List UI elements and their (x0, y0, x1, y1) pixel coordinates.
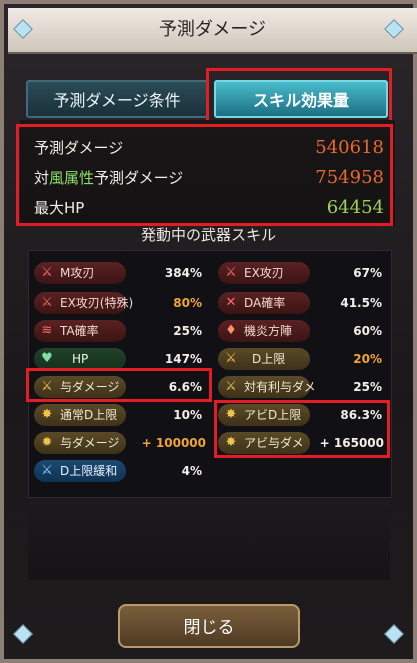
skill-chip-damage-cap: ⚔ D上限 (218, 348, 310, 370)
highlight-box (206, 68, 392, 124)
window-title: 予測ダメージ (8, 8, 417, 54)
highlight-box (26, 368, 212, 402)
skill-value: 25% (353, 380, 382, 394)
burst-icon: ✸ (41, 407, 53, 422)
close-button[interactable]: 閉じる (118, 604, 300, 648)
skill-name: D上限 (252, 352, 286, 366)
skill-value: 4% (181, 464, 202, 478)
skill-chip-da-rate: ✕ DA確率 (218, 292, 310, 314)
double-slash-icon: ✕ (225, 295, 237, 310)
corner-gem-icon (384, 624, 404, 644)
skill-name: D上限緩和 (60, 464, 118, 478)
skill-value: 384% (164, 266, 202, 280)
sword-icon: ⚔ (41, 295, 53, 310)
skill-chip-advantage-damage: ⚔ 対有利与ダメ (218, 376, 316, 398)
skill-value: 80% (173, 296, 202, 310)
skill-chip-flat-damage: ✹ 与ダメージ (34, 432, 126, 454)
skill-name: 与ダメージ (60, 436, 120, 450)
sword-icon: ⚔ (41, 265, 53, 280)
triple-slash-icon: ≋ (41, 323, 53, 338)
skill-name: M攻刃 (60, 266, 95, 280)
skill-chip-normal-damage-cap: ✸ 通常D上限 (34, 404, 126, 426)
highlight-box (214, 400, 390, 458)
skill-value: 41.5% (340, 296, 382, 310)
skill-chip-damage-cap-ease: ⚔ D上限緩和 (34, 460, 126, 482)
skill-name: 通常D上限 (60, 408, 118, 422)
highlight-box (16, 124, 393, 226)
sun-icon: ✹ (41, 435, 53, 450)
sword-gold-icon: ⚔ (225, 351, 237, 366)
skill-name: DA確率 (244, 296, 286, 310)
skill-name: TA確率 (60, 324, 99, 338)
heart-icon: ♥ (41, 351, 53, 366)
sword-blue-icon: ⚔ (41, 463, 53, 478)
skill-value: 60% (353, 324, 382, 338)
skill-value: 147% (164, 352, 202, 366)
skill-value: 25% (173, 324, 202, 338)
skill-chip-ex-attack: ⚔ EX攻刃 (218, 262, 310, 284)
skill-value: 10% (173, 408, 202, 422)
skill-chip-ex-attack-special: ⚔ EX攻刃(特殊) (34, 292, 133, 314)
skill-name: 対有利与ダメ (244, 380, 316, 394)
skill-chip-hp: ♥ HP (34, 348, 126, 370)
skills-title: 発動中の武器スキル (140, 226, 276, 244)
flame-icon: ♦ (225, 323, 237, 338)
sword-icon: ⚔ (225, 265, 237, 280)
dimmed-background (28, 500, 390, 580)
skill-chip-fire-formation: ♦ 機炎方陣 (218, 320, 310, 342)
skill-chip-ta-rate: ≋ TA確率 (34, 320, 126, 342)
skill-value: + 100000 (141, 436, 206, 450)
skill-name: HP (72, 352, 89, 366)
skill-name: EX攻刃(特殊) (60, 296, 134, 310)
skill-value: 20% (353, 352, 382, 366)
skill-name: 機炎方陣 (244, 324, 293, 338)
tab-conditions[interactable]: 予測ダメージ条件 (26, 80, 208, 118)
skill-name: EX攻刃 (244, 266, 284, 280)
skill-value: 67% (353, 266, 382, 280)
corner-gem-icon (13, 624, 33, 644)
skill-chip-m-attack: ⚔ M攻刃 (34, 262, 126, 284)
sword-gold-icon: ⚔ (225, 379, 237, 394)
